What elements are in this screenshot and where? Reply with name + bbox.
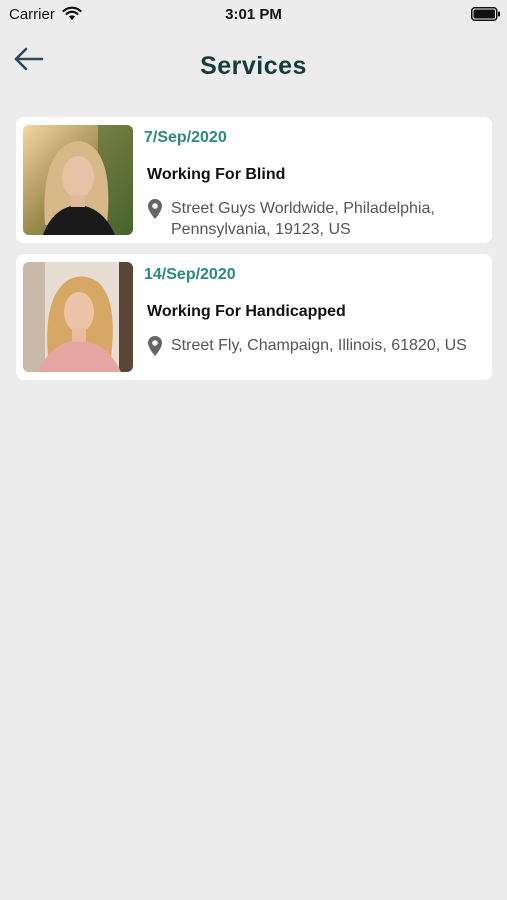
service-address: Street Fly, Champaign, Illinois, 61820, … <box>171 337 467 354</box>
service-address: Street Guys Worldwide, Philadelphia, Pen… <box>171 200 435 238</box>
page-title: Services <box>200 52 307 80</box>
location-pin-icon <box>148 199 162 219</box>
service-photo <box>23 125 133 235</box>
service-card[interactable]: 7/Sep/2020 Working For Blind Street Guys… <box>16 117 492 243</box>
battery-icon <box>471 7 500 21</box>
service-date: 7/Sep/2020 <box>144 129 227 146</box>
status-bar: Carrier 3:01 PM <box>0 0 507 30</box>
service-title: Working For Blind <box>147 166 286 183</box>
service-title: Working For Handicapped <box>147 303 346 320</box>
service-date: 14/Sep/2020 <box>144 266 236 283</box>
service-card[interactable]: 14/Sep/2020 Working For Handicapped Stre… <box>16 254 492 380</box>
location-pin-icon <box>148 336 162 356</box>
service-photo <box>23 262 133 372</box>
status-time: 3:01 PM <box>225 6 282 23</box>
